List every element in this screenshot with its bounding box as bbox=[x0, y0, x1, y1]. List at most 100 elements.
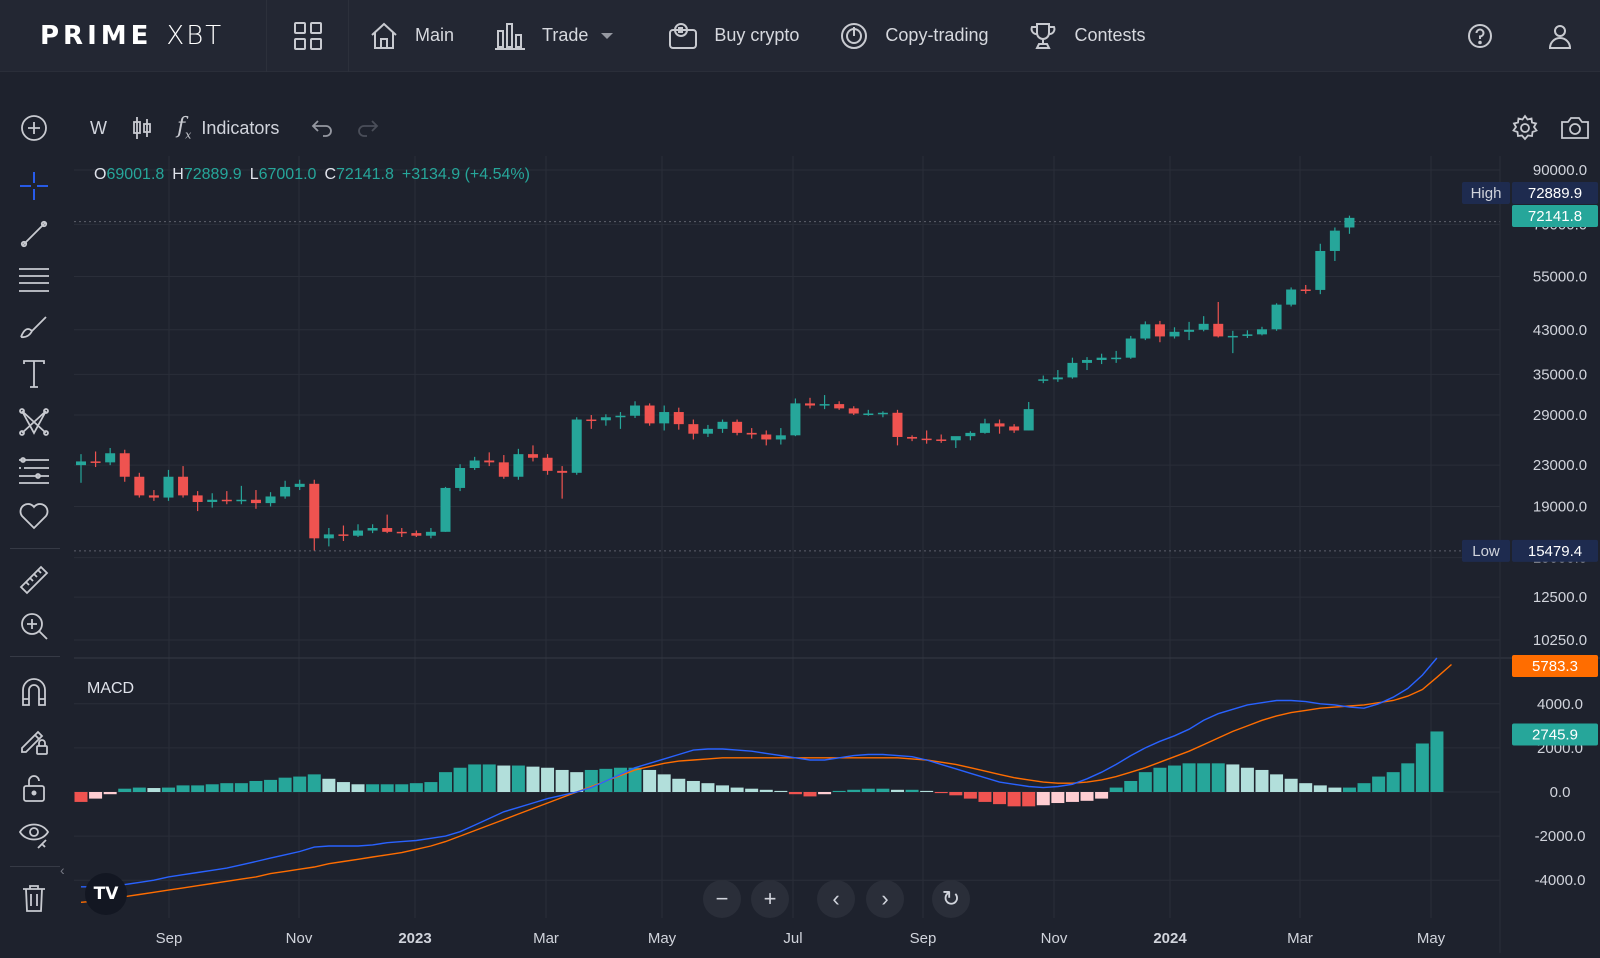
chart-canvas[interactable]: Sep Nov 2023 Mar May Jul Sep Nov 2024 Mar May 90000… bbox=[74, 156, 1600, 953]
macd-histogram-bar bbox=[847, 789, 861, 792]
candle-body bbox=[1111, 357, 1122, 360]
macd-histogram-bar bbox=[1386, 772, 1400, 792]
measure-tool[interactable] bbox=[16, 562, 52, 598]
scroll-left-button[interactable]: ‹ bbox=[817, 880, 855, 918]
crosshair-tool[interactable] bbox=[16, 168, 52, 204]
profile-button[interactable] bbox=[1520, 22, 1600, 50]
macd-histogram-bar bbox=[161, 787, 175, 792]
bar-chart-icon bbox=[495, 22, 526, 50]
indicators-label: Indicators bbox=[201, 117, 280, 138]
x-axis-tick-label: Nov bbox=[1041, 930, 1068, 947]
macd-histogram-bar bbox=[1007, 792, 1021, 807]
candle-body bbox=[1169, 331, 1180, 337]
candle-body bbox=[1067, 362, 1078, 378]
signal-marker-value: 5783.3 bbox=[1532, 658, 1578, 675]
nav-buy-crypto[interactable]: Buy crypto bbox=[634, 0, 819, 72]
visibility-tool[interactable] bbox=[16, 816, 52, 852]
candle-body bbox=[90, 461, 101, 463]
nav-copy-trading[interactable]: Copy-trading bbox=[819, 0, 1008, 72]
zoom-tool[interactable] bbox=[16, 608, 52, 644]
interval-button[interactable]: W bbox=[72, 110, 119, 146]
macd-pane-label[interactable]: MACD bbox=[87, 680, 134, 698]
remove-drawings-button[interactable] bbox=[16, 880, 52, 916]
help-button[interactable] bbox=[1440, 22, 1520, 50]
high-marker-label: High bbox=[1471, 185, 1502, 202]
undo-button[interactable] bbox=[291, 110, 345, 146]
chevron-right-icon: › bbox=[881, 886, 889, 911]
magnet-tool[interactable] bbox=[16, 674, 52, 710]
chart-settings-button[interactable] bbox=[1500, 114, 1550, 142]
collapse-toolbar-icon[interactable]: ‹ bbox=[60, 862, 65, 878]
macd-histogram-bar bbox=[541, 767, 555, 792]
macd-histogram-bar bbox=[497, 765, 511, 792]
reset-chart-button[interactable]: ↻ bbox=[932, 880, 970, 918]
horizontal-lines-icon bbox=[19, 268, 49, 292]
candle-body bbox=[163, 476, 174, 498]
macd-histogram-bar bbox=[818, 792, 832, 795]
primexbt-logo[interactable]: PRIME XBT bbox=[0, 0, 267, 72]
redo-button[interactable] bbox=[345, 110, 391, 146]
macd-histogram-bar bbox=[1036, 792, 1050, 806]
trend-line-tool[interactable] bbox=[16, 216, 52, 252]
candle-body bbox=[76, 461, 86, 466]
macd-histogram-bar bbox=[730, 787, 744, 792]
chart-type-button[interactable] bbox=[119, 110, 165, 146]
zoom-in-button[interactable]: + bbox=[751, 880, 789, 918]
candle-body bbox=[353, 530, 364, 536]
favorites-tool[interactable] bbox=[16, 498, 52, 534]
price-axis-label: 29000.0 bbox=[1533, 407, 1587, 424]
candle-body bbox=[280, 486, 291, 497]
candle-body bbox=[863, 413, 874, 416]
price-chart[interactable]: Sep Nov 2023 Mar May Jul Sep Nov 2024 Mar May 90000… bbox=[74, 156, 1600, 953]
add-button[interactable] bbox=[16, 110, 52, 146]
macd-histogram-bar bbox=[1211, 763, 1225, 792]
price-axis-label: 35000.0 bbox=[1533, 366, 1587, 383]
macd-histogram-bar bbox=[191, 785, 205, 792]
macd-histogram-bar bbox=[1299, 783, 1313, 792]
candle-body bbox=[921, 438, 932, 441]
screenshot-button[interactable] bbox=[1550, 115, 1600, 141]
candle-body bbox=[979, 423, 990, 433]
apps-grid-button[interactable] bbox=[267, 0, 349, 72]
macd-histogram-bar bbox=[439, 772, 452, 792]
lock-drawings-tool[interactable] bbox=[16, 722, 52, 758]
text-tool[interactable] bbox=[16, 356, 52, 392]
zoom-out-button[interactable]: − bbox=[703, 880, 741, 918]
ohlc-high-value: 72889.9 bbox=[183, 166, 242, 183]
candle-body bbox=[732, 421, 743, 433]
tradingview-logo[interactable]: TV bbox=[85, 873, 127, 915]
candle-body bbox=[1329, 230, 1340, 251]
magnet-icon bbox=[22, 678, 46, 706]
ohlc-close-value: 72141.8 bbox=[336, 166, 394, 183]
nav-contests[interactable]: Contests bbox=[1008, 0, 1165, 72]
macd-histogram-bar bbox=[716, 785, 730, 792]
macd-histogram-bar bbox=[453, 767, 467, 792]
candle-body bbox=[615, 415, 626, 418]
nav-main[interactable]: Main bbox=[349, 0, 474, 72]
macd-histogram-bar bbox=[293, 776, 307, 792]
chevron-left-icon: ‹ bbox=[832, 886, 840, 911]
candle-body bbox=[1344, 217, 1355, 228]
fx-icon: fx bbox=[177, 114, 192, 142]
scroll-right-button[interactable]: › bbox=[866, 880, 904, 918]
ohlc-high-key: H bbox=[172, 166, 184, 183]
fib-tool[interactable] bbox=[16, 452, 52, 488]
lock-tool[interactable] bbox=[16, 770, 52, 806]
nav-trade[interactable]: Trade bbox=[474, 0, 634, 72]
brush-tool[interactable] bbox=[16, 310, 52, 346]
macd-histogram-bar bbox=[249, 780, 263, 792]
macd-histogram-bar bbox=[1313, 785, 1327, 792]
macd-histogram-bar bbox=[482, 764, 496, 792]
candle-body bbox=[1096, 357, 1107, 360]
candle-type-icon bbox=[133, 117, 151, 139]
horizontal-lines-tool[interactable] bbox=[16, 262, 52, 298]
macd-histogram-bar bbox=[905, 789, 919, 792]
macd-axis-label: -2000.0 bbox=[1535, 828, 1586, 845]
candle-body bbox=[965, 432, 976, 437]
plus-icon: + bbox=[763, 886, 777, 911]
macd-histogram-bar bbox=[890, 789, 904, 792]
pattern-tool[interactable] bbox=[16, 404, 52, 440]
crosshair-icon bbox=[20, 172, 48, 200]
candle-body bbox=[717, 421, 728, 429]
indicators-button[interactable]: fx Indicators bbox=[165, 110, 291, 146]
